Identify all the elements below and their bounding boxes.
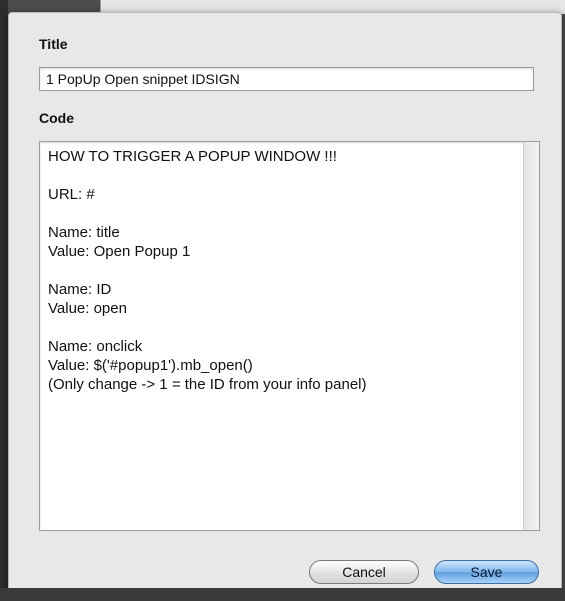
code-scrollbar[interactable] (523, 142, 539, 530)
code-label: Code (39, 110, 74, 126)
title-input[interactable]: 1 PopUp Open snippet IDSIGN (39, 67, 534, 91)
snippet-edit-sheet: Title 1 PopUp Open snippet IDSIGN Code H… (8, 12, 562, 601)
background-bottom (0, 588, 565, 601)
save-button[interactable]: Save (434, 560, 539, 584)
code-textarea[interactable]: HOW TO TRIGGER A POPUP WINDOW !!! URL: #… (39, 141, 540, 531)
title-label: Title (39, 36, 68, 52)
background-left-edge (0, 0, 8, 601)
code-text[interactable]: HOW TO TRIGGER A POPUP WINDOW !!! URL: #… (48, 147, 517, 394)
screen: Title 1 PopUp Open snippet IDSIGN Code H… (0, 0, 565, 601)
cancel-button[interactable]: Cancel (309, 560, 419, 584)
